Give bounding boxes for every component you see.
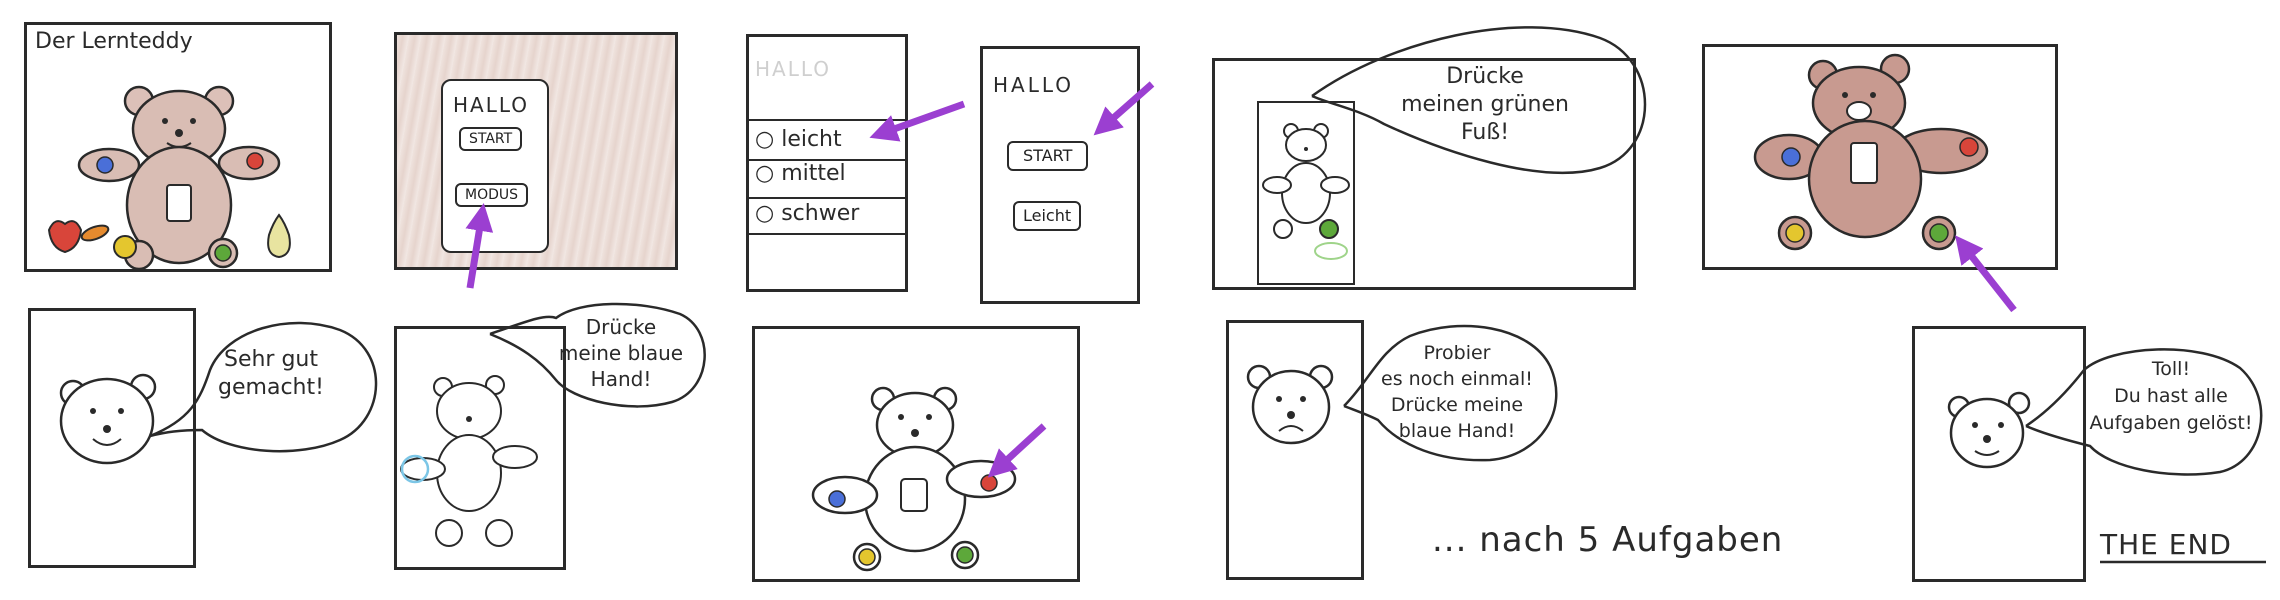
the-end-underline (2100, 560, 2266, 564)
